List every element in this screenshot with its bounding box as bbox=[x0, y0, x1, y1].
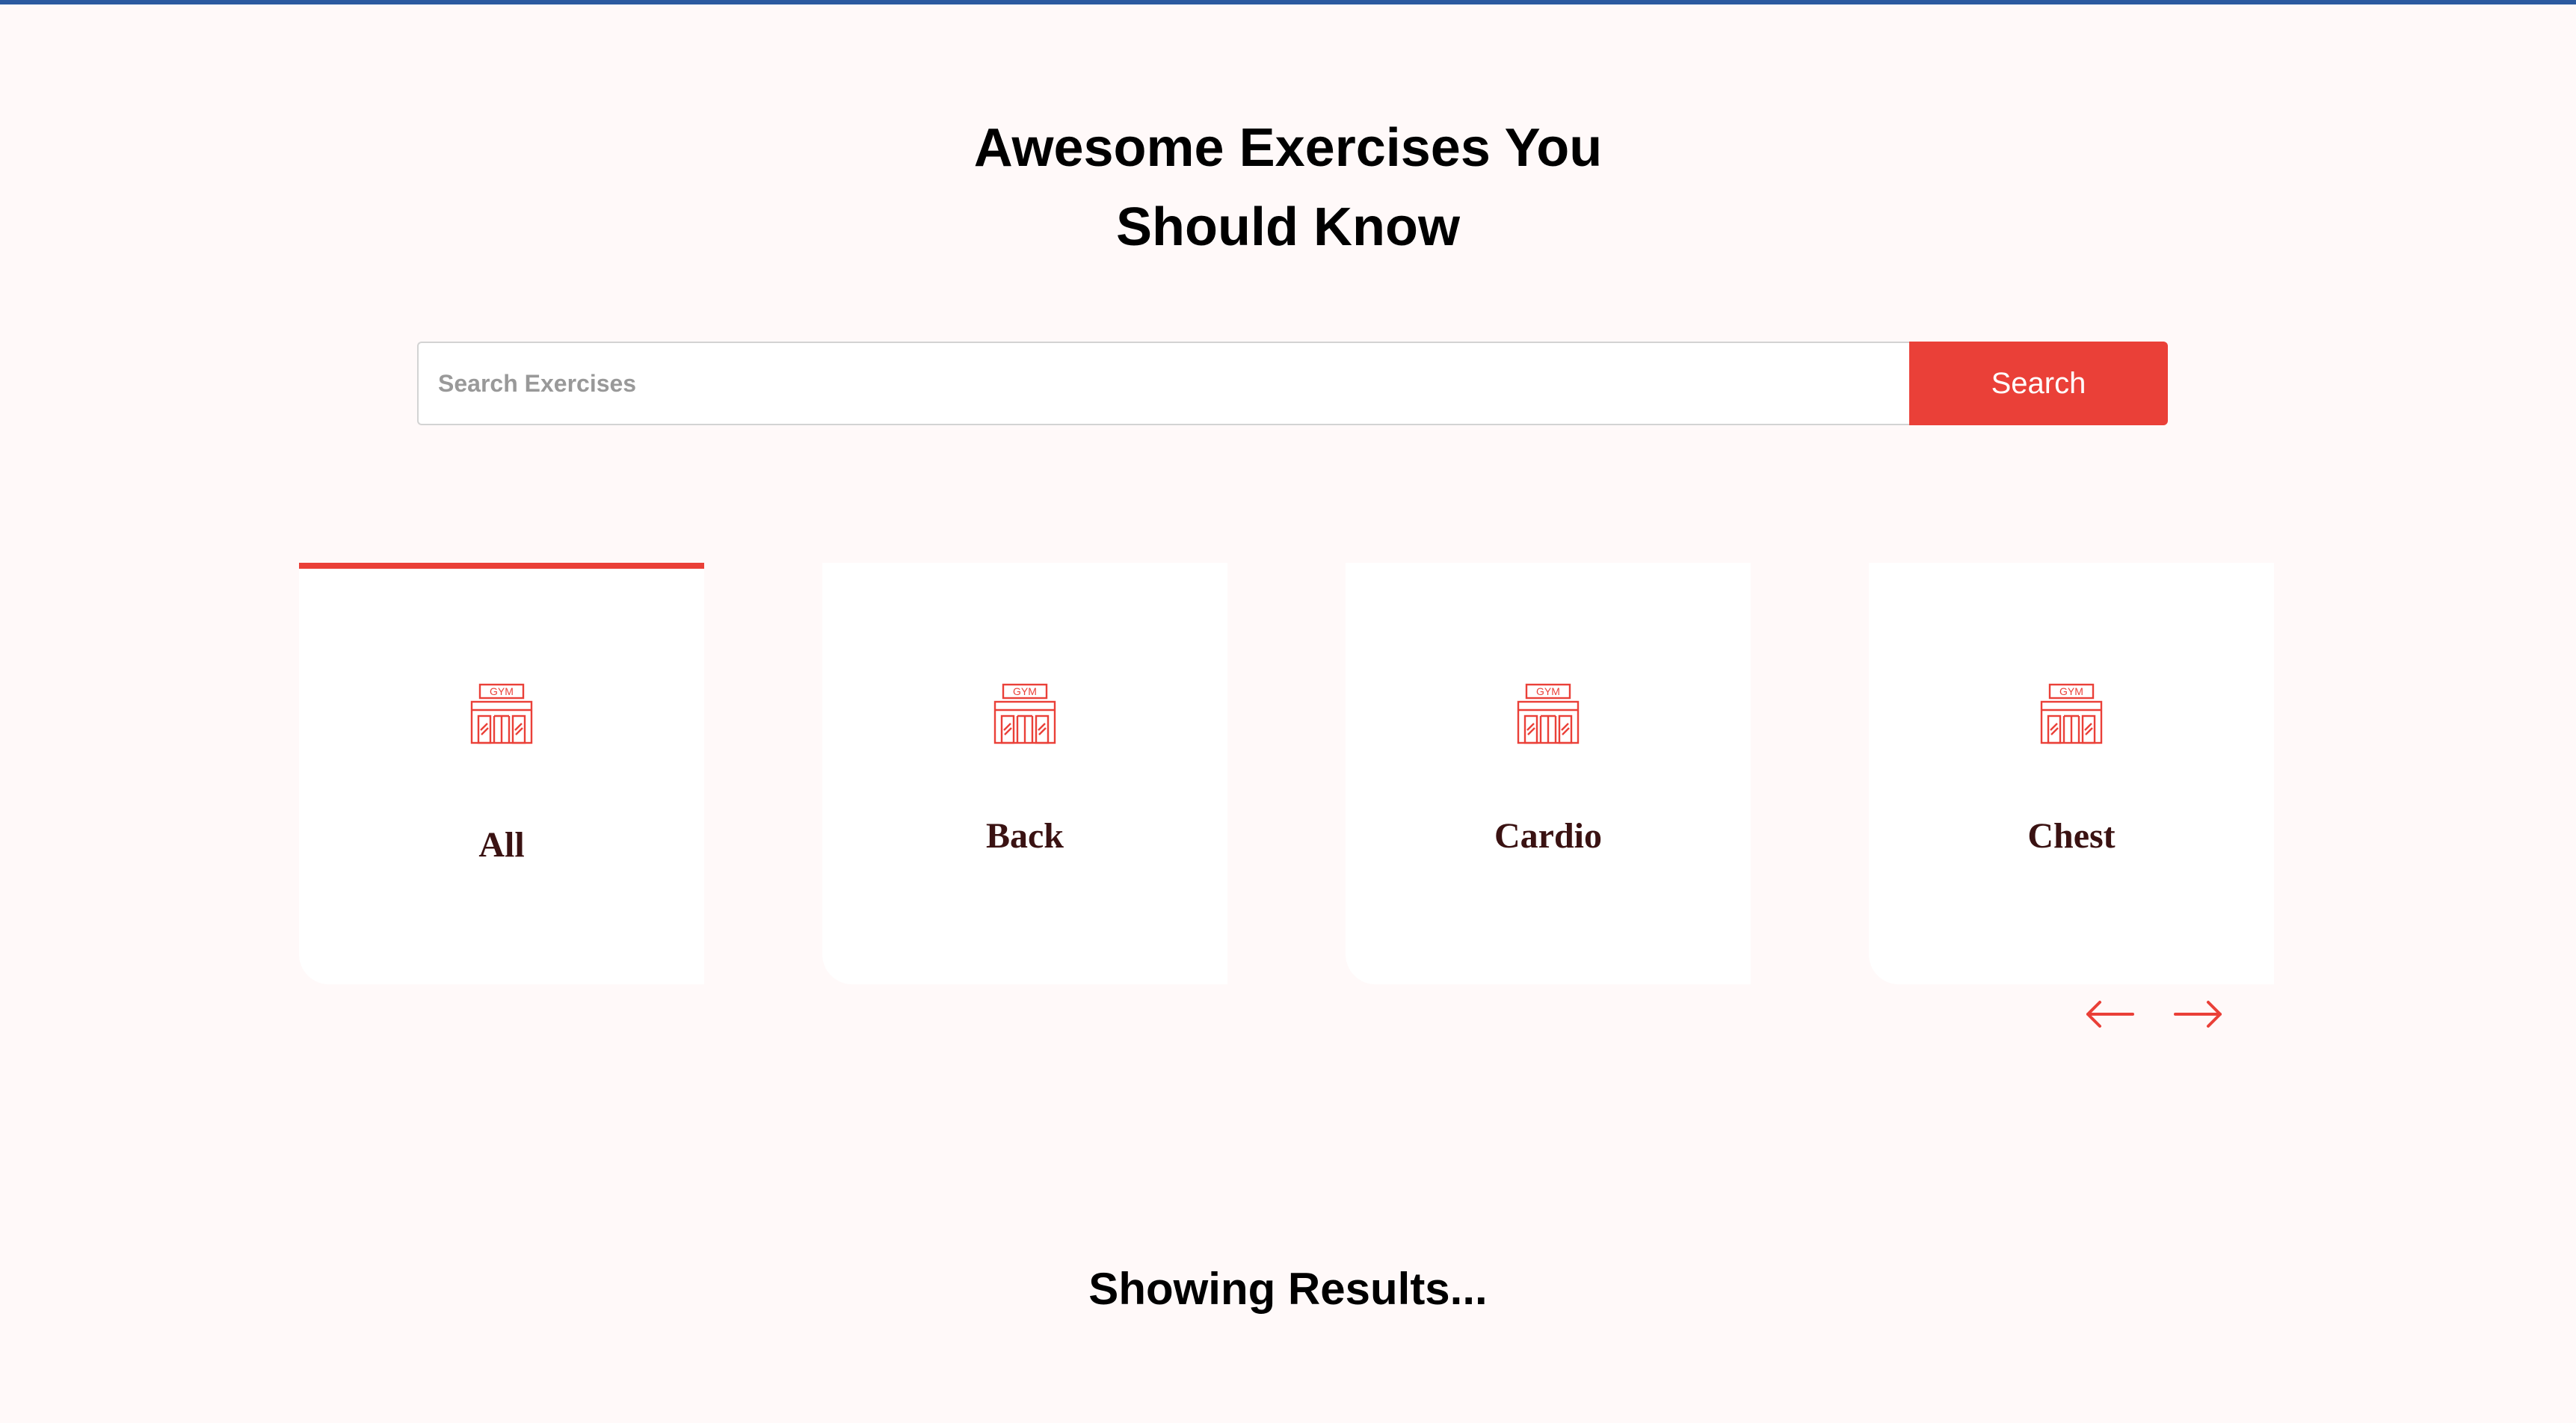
carousel-prev-button[interactable] bbox=[2083, 994, 2136, 1034]
page-title: Awesome Exercises You Should Know bbox=[0, 108, 2576, 267]
body-part-label: All bbox=[478, 825, 525, 865]
page-title-line-1: Awesome Exercises You bbox=[973, 118, 1603, 178]
body-part-card-cardio[interactable]: GYM Cardio bbox=[1346, 563, 1751, 984]
body-part-card-back[interactable]: GYM Back bbox=[822, 563, 1227, 984]
gym-icon: GYM bbox=[1517, 683, 1580, 744]
arrow-right-icon bbox=[2174, 1001, 2222, 1028]
results-heading: Showing Results... bbox=[1088, 1264, 1488, 1314]
gym-icon: GYM bbox=[470, 683, 533, 744]
gym-icon: GYM bbox=[993, 683, 1056, 744]
search-input[interactable] bbox=[417, 342, 1909, 425]
body-part-card-all[interactable]: GYM All bbox=[299, 563, 704, 984]
page-title-line-2: Should Know bbox=[1116, 197, 1460, 257]
body-part-label: Chest bbox=[2027, 816, 2116, 856]
body-part-label: Cardio bbox=[1494, 816, 1602, 856]
gym-icon-text: GYM bbox=[2059, 685, 2083, 697]
arrow-left-icon bbox=[2086, 1001, 2134, 1028]
gym-icon-text: GYM bbox=[1536, 685, 1560, 697]
gym-icon: GYM bbox=[2040, 683, 2103, 744]
gym-icon-text: GYM bbox=[490, 685, 514, 697]
top-border bbox=[0, 0, 2576, 4]
body-part-label: Back bbox=[985, 816, 1064, 856]
body-part-card-chest[interactable]: GYM Chest bbox=[1869, 563, 2274, 984]
search-bar: Search bbox=[417, 342, 2168, 425]
search-button[interactable]: Search bbox=[1909, 342, 2168, 425]
gym-icon-text: GYM bbox=[1013, 685, 1037, 697]
carousel-next-button[interactable] bbox=[2172, 994, 2225, 1034]
